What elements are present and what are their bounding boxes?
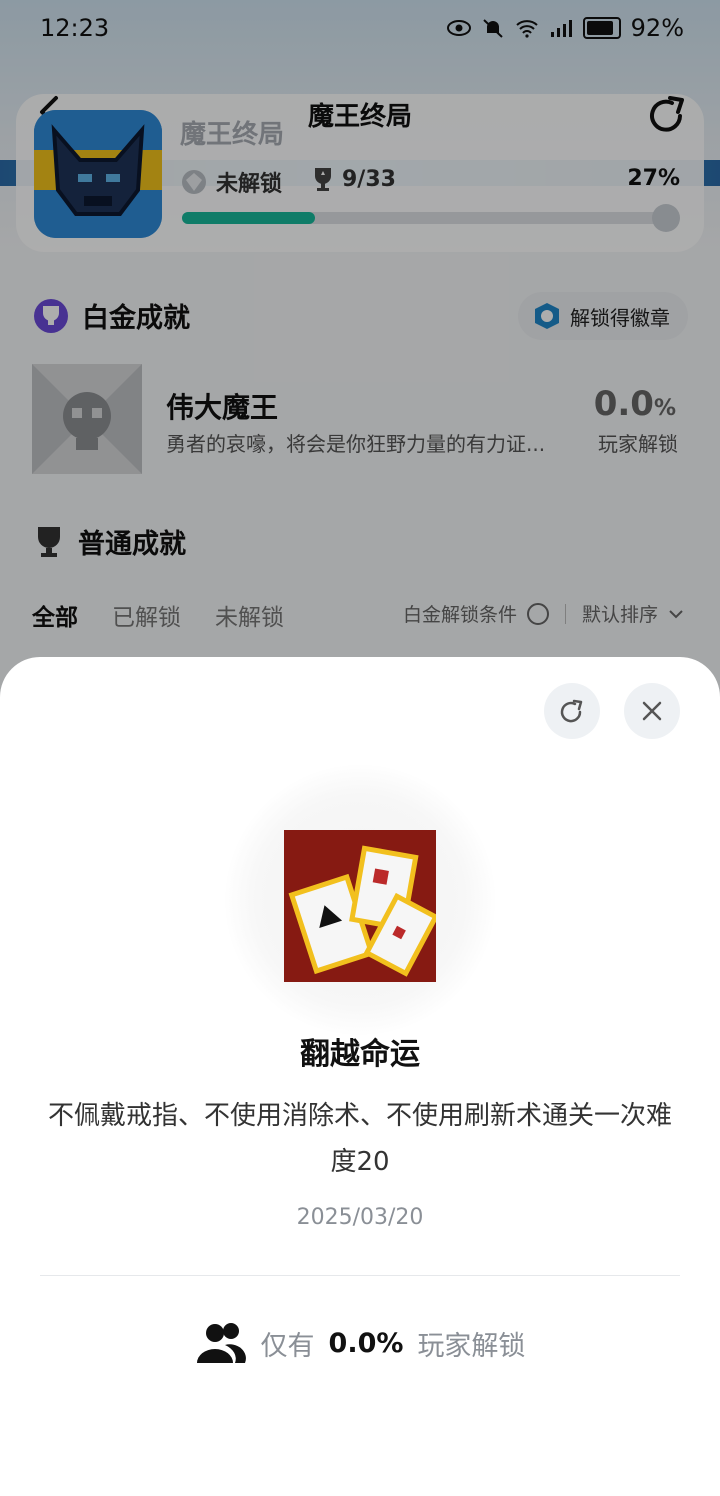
share-icon [560,699,583,723]
users-icon [196,1323,246,1363]
unlock-stats-prefix: 仅有 [260,1330,315,1362]
close-icon [642,701,662,721]
unlock-stats-suffix: 玩家解锁 [417,1330,526,1362]
unlock-stats: 仅有 0.0% 玩家解锁 [0,1321,720,1365]
achievement-detail-sheet: 翻越命运 不佩戴戒指、不使用消除术、不使用刷新术通关一次难度20 2025/03… [0,657,720,1496]
achievement-date: 2025/03/20 [296,1205,424,1230]
unlock-stats-rate: 0.0% [328,1327,404,1359]
sheet-share-button[interactable] [544,683,600,739]
sheet-close-button[interactable] [624,683,680,739]
sheet-divider [40,1275,680,1276]
achievement-icon [284,830,436,982]
achievement-description: 不佩戴戒指、不使用消除术、不使用刷新术通关一次难度20 [47,1101,672,1177]
achievement-title: 翻越命运 [300,1037,420,1072]
